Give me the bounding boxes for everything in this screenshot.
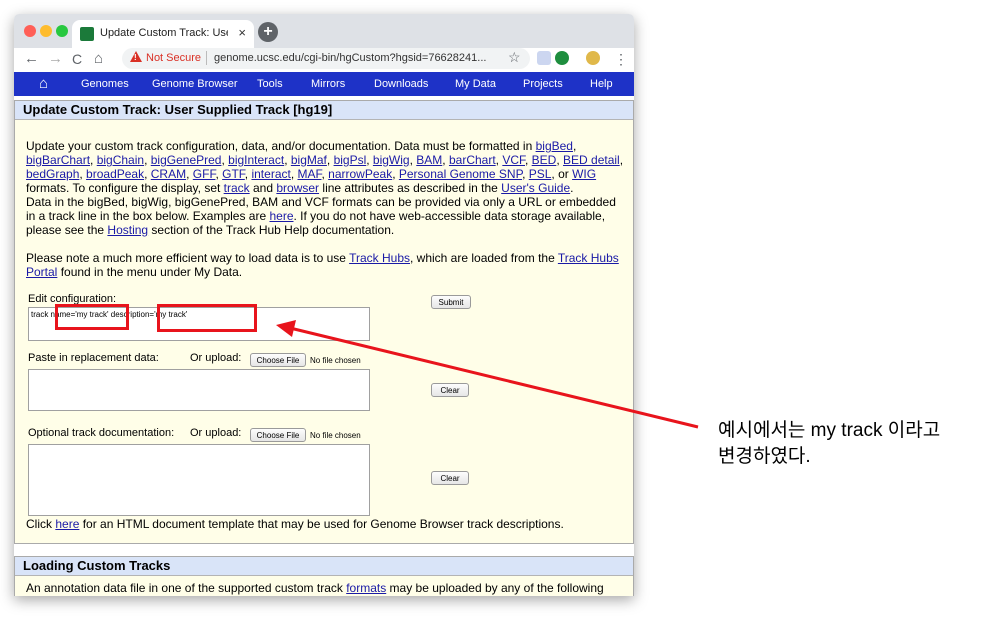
annotation-text: 예시에서는 my track 이라고 변경하였다. [718, 418, 940, 470]
annotation-arrow-icon [276, 320, 699, 429]
annotation-line-2: 변경하였다. [718, 446, 811, 467]
annotation-line-1: 예시에서는 my track 이라고 [718, 420, 941, 441]
